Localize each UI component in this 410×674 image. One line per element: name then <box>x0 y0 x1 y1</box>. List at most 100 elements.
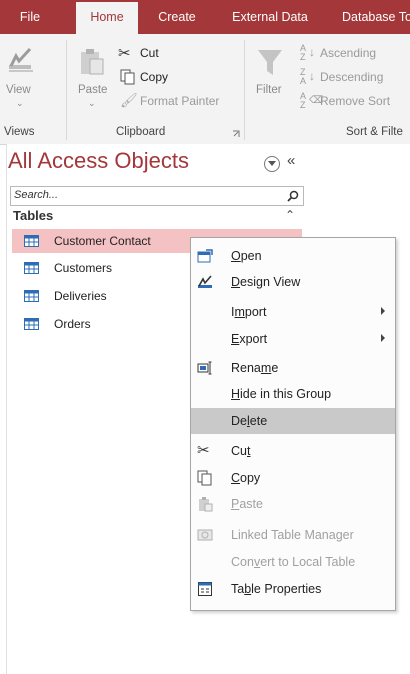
filter-label: Filter <box>256 84 282 96</box>
menu-label: ert to Local Table <box>260 555 356 569</box>
remove-sort-button[interactable]: AZ ⌫ Remove Sort <box>300 92 410 112</box>
sort-filter-group-label: Sort & Filte <box>346 126 403 138</box>
nav-menu-dropdown-button[interactable] <box>264 156 280 172</box>
menu-label: Linked Table Manager <box>231 528 354 542</box>
views-group-label: Views <box>4 126 35 138</box>
filter-button[interactable]: Filter <box>252 44 292 114</box>
paste-button-label: Paste <box>78 84 108 96</box>
rename-icon <box>197 361 212 375</box>
table-icon <box>24 262 39 274</box>
descending-label: Descending <box>320 70 384 84</box>
ribbon-tab-bar: File Home Create External Data Database … <box>0 0 410 34</box>
linked-table-manager-icon <box>197 529 213 541</box>
paste-icon <box>81 49 104 75</box>
menu-item-paste[interactable]: Paste <box>191 491 395 517</box>
nav-item-label: Customers <box>54 261 113 275</box>
nav-item-label: Deliveries <box>54 289 107 303</box>
menu-label: De <box>231 414 247 428</box>
clipboard-group-label: Clipboard <box>116 126 166 138</box>
chevron-down-icon: ⌄ <box>88 98 96 108</box>
tab-home[interactable]: Home <box>76 2 138 34</box>
scissors-icon: ✂ <box>118 45 131 62</box>
submenu-arrow-icon <box>381 307 385 315</box>
accelerator-key: C <box>231 471 241 485</box>
menu-label: opy <box>240 471 261 485</box>
scissors-icon: ✂ <box>197 442 210 459</box>
menu-item-delete[interactable]: Delete <box>191 408 395 434</box>
menu-item-rename[interactable]: Rename <box>191 355 395 381</box>
tab-database-tools[interactable]: Database To <box>330 0 410 34</box>
search-icon[interactable] <box>287 190 299 202</box>
accelerator-key: H <box>231 387 241 401</box>
table-icon <box>24 290 39 302</box>
sort-ascending-icon: AZ <box>300 43 307 62</box>
menu-label: ete <box>249 414 268 428</box>
menu-item-hide-in-group[interactable]: Hide in this Group <box>191 381 395 407</box>
menu-label: Rena <box>231 361 261 375</box>
tab-file[interactable]: File <box>8 0 52 34</box>
menu-label: port <box>244 305 267 319</box>
nav-item-label: Orders <box>54 317 91 331</box>
nav-pane-title[interactable]: All Access Objects <box>8 148 189 174</box>
dialog-launcher-icon[interactable] <box>232 130 240 138</box>
ribbon-separator <box>244 40 245 140</box>
menu-item-table-properties[interactable]: Table Properties <box>191 576 395 602</box>
table-icon <box>24 235 39 247</box>
search-input[interactable]: Search... <box>10 186 304 206</box>
context-menu: Open Design View Import Export Rename Hi… <box>190 237 396 611</box>
arrow-down-icon: ↓ <box>309 69 315 83</box>
cut-button[interactable]: ✂ Cut <box>118 44 178 64</box>
collapse-section-icon[interactable]: ⌃ <box>285 208 295 222</box>
copy-button[interactable]: Copy <box>118 68 188 88</box>
accelerator-key: t <box>246 444 251 458</box>
menu-label: ide in this Group <box>240 387 332 401</box>
menu-label: le Properties <box>251 582 322 596</box>
paste-icon <box>199 497 213 512</box>
menu-item-import[interactable]: Import <box>191 299 395 325</box>
submenu-arrow-icon <box>381 334 385 342</box>
menu-item-open[interactable]: Open <box>191 243 395 269</box>
copy-icon <box>120 69 135 85</box>
design-view-icon <box>9 47 33 72</box>
remove-sort-icon: AZ <box>300 91 307 110</box>
descending-button[interactable]: ZA ↓ Descending <box>300 68 410 88</box>
tab-external-data[interactable]: External Data <box>222 0 318 34</box>
collapse-pane-button[interactable]: « <box>287 152 295 169</box>
design-view-icon <box>198 275 212 288</box>
format-painter-button[interactable]: 🖌 Format Painter <box>118 92 234 112</box>
menu-label: Con <box>231 555 254 569</box>
accelerator-key: m <box>260 361 272 375</box>
view-button-label: View <box>6 84 31 96</box>
menu-item-copy[interactable]: Copy <box>191 465 395 491</box>
menu-label: pen <box>240 249 262 263</box>
format-painter-icon: 🖌 <box>120 92 138 108</box>
menu-item-export[interactable]: Export <box>191 326 395 352</box>
menu-label: e <box>271 361 279 375</box>
menu-item-design-view[interactable]: Design View <box>191 269 395 295</box>
tables-section-label: Tables <box>13 208 54 223</box>
open-table-icon <box>197 249 213 263</box>
accelerator-key: m <box>234 305 245 319</box>
menu-label: xport <box>239 332 268 346</box>
menu-item-linked-table-manager[interactable]: Linked Table Manager <box>191 522 395 548</box>
search-placeholder: Search... <box>14 189 59 201</box>
ascending-button[interactable]: AZ ↓ Ascending <box>300 44 410 64</box>
menu-item-convert-to-local[interactable]: Convert to Local Table <box>191 549 395 575</box>
properties-icon <box>198 582 212 596</box>
menu-item-cut[interactable]: ✂ Cut <box>191 438 395 464</box>
table-icon <box>24 318 39 330</box>
ribbon: View ⌄ Views Paste ⌄ ✂ Cut Copy 🖌 Format… <box>0 34 410 145</box>
tables-section-header[interactable]: Tables ⌃ <box>10 208 303 228</box>
format-painter-label: Format Painter <box>140 94 220 108</box>
paste-button[interactable]: Paste ⌄ <box>74 44 114 114</box>
ribbon-separator <box>66 40 67 140</box>
remove-sort-label: Remove Sort <box>320 94 391 108</box>
tab-create[interactable]: Create <box>148 0 206 34</box>
copy-label: Copy <box>140 70 169 84</box>
arrow-down-icon: ↓ <box>309 45 315 59</box>
view-button[interactable]: View ⌄ <box>4 42 38 112</box>
filter-funnel-icon <box>258 50 282 75</box>
accelerator-key: O <box>231 249 241 263</box>
accelerator-key: D <box>231 275 241 289</box>
cut-label: Cut <box>140 46 159 60</box>
